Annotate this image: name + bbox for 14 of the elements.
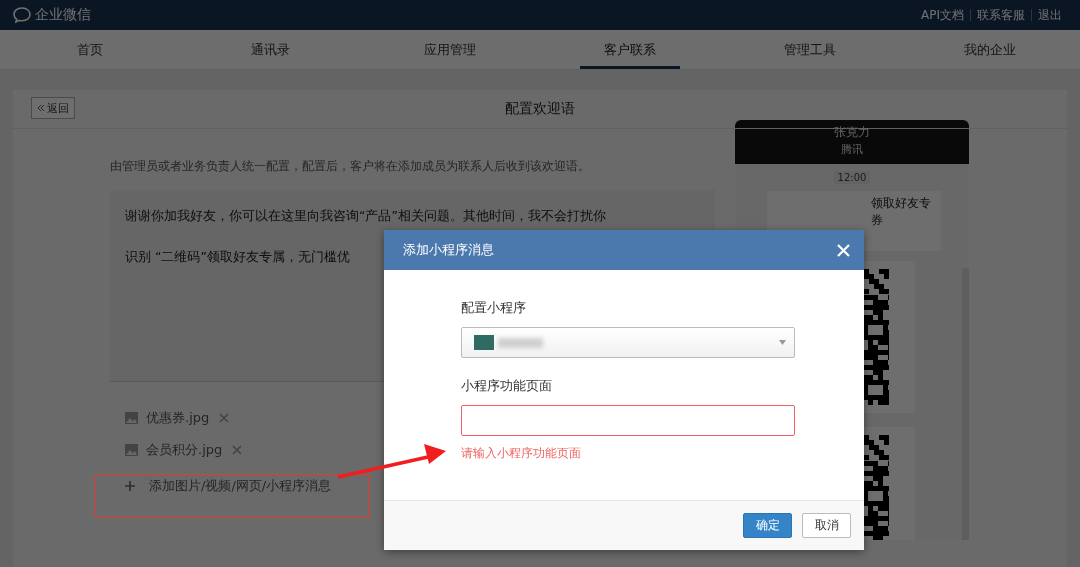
message-text: 识别 “二维码”领取好友专属，无门槛优 (125, 248, 350, 266)
bubble-text: 券 (871, 212, 884, 229)
logo-text: 企业微信 (35, 6, 91, 24)
bubble-text: 领取好友专 (871, 195, 932, 212)
message-time: 12:00 (833, 171, 871, 184)
contact-company: 腾讯 (840, 142, 864, 158)
page-title: 配置欢迎语 (505, 100, 575, 118)
dialog-title: 添加小程序消息 (403, 241, 494, 259)
field-label: 配置小程序 (461, 300, 527, 317)
error-message: 请输入小程序功能页面 (461, 446, 582, 461)
field-label: 小程序功能页面 (461, 378, 553, 395)
attachment-name: 优惠券.jpg (146, 409, 210, 427)
message-text: 谢谢你加我好友，你可以在这里向我咨询“产品”相关问题。其他时间，我不会打扰你 (125, 207, 606, 225)
attachment-name: 会员积分.jpg (146, 441, 223, 459)
